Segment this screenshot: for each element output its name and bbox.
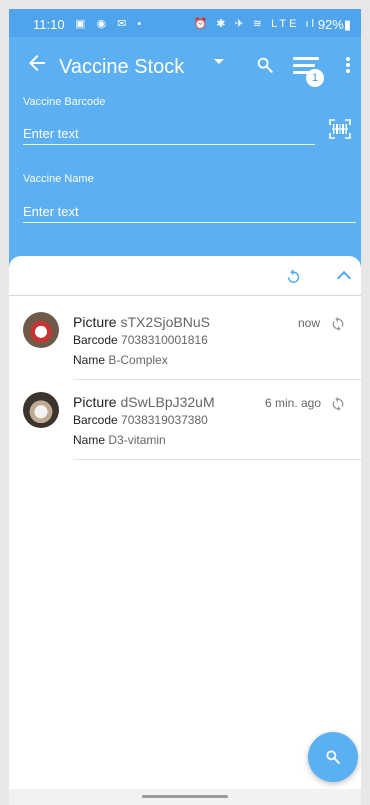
name-label: Name xyxy=(73,433,106,447)
list-item[interactable]: Picture dSwLBpJ32uM Barcode 703831903738… xyxy=(9,380,361,460)
barcode-value: 7038310001816 xyxy=(121,333,208,347)
item-barcode: Barcode 7038319037380 xyxy=(73,413,208,427)
dot xyxy=(346,57,350,61)
back-arrow-icon[interactable] xyxy=(25,51,49,75)
battery-indicator: 92%▮ xyxy=(317,17,351,32)
row-divider xyxy=(73,459,361,460)
dropdown-caret-icon[interactable] xyxy=(214,59,224,64)
search-fab-button[interactable] xyxy=(308,732,358,782)
list-item[interactable]: Picture sTX2SjoBNuS Barcode 703831000181… xyxy=(9,300,361,380)
results-header xyxy=(9,256,361,296)
home-gesture-handle[interactable] xyxy=(142,795,228,798)
picture-value: sTX2SjoBNuS xyxy=(120,314,210,330)
barcode-value: 7038319037380 xyxy=(121,413,208,427)
item-picture: Picture sTX2SjoBNuS xyxy=(73,314,210,330)
vaccine-barcode-label: Vaccine Barcode xyxy=(23,96,106,108)
notification-icons: ▣ ◉ ✉ • xyxy=(75,18,146,30)
vaccine-name-label: Vaccine Name xyxy=(23,173,94,185)
filter-count-badge: 1 xyxy=(306,69,324,87)
item-timestamp: now xyxy=(298,316,321,330)
item-name: Name D3-vitamin xyxy=(73,433,166,447)
picture-value: dSwLBpJ32uM xyxy=(120,394,215,410)
system-icons: ⏰ ✱ ✈ ≋ LTE ıl xyxy=(193,18,317,30)
name-value: D3-vitamin xyxy=(108,433,166,447)
sync-icon[interactable] xyxy=(330,396,346,412)
vaccine-name-input[interactable] xyxy=(23,204,356,223)
dot xyxy=(346,69,350,73)
toolbar: Vaccine Stock 1 xyxy=(9,37,361,93)
avatar xyxy=(23,312,59,348)
item-timestamp: 6 min. ago xyxy=(265,396,322,410)
filter-line xyxy=(293,64,315,67)
vaccine-barcode-input[interactable] xyxy=(23,126,315,145)
more-vert-icon[interactable] xyxy=(346,57,350,73)
results-sheet: Picture sTX2SjoBNuS Barcode 703831000181… xyxy=(9,256,361,805)
status-bar: 11:10 ▣ ◉ ✉ • ⏰ ✱ ✈ ≋ LTE ıl 92%▮ xyxy=(9,9,361,37)
dot xyxy=(346,63,350,67)
name-label: Name xyxy=(73,353,106,367)
search-icon[interactable] xyxy=(256,56,274,74)
barcode-label: Barcode xyxy=(73,413,118,427)
item-picture: Picture dSwLBpJ32uM xyxy=(73,394,215,410)
picture-label: Picture xyxy=(73,394,117,410)
name-value: B-Complex xyxy=(108,353,168,367)
item-barcode: Barcode 7038310001816 xyxy=(73,333,208,347)
refresh-icon[interactable] xyxy=(285,268,302,285)
picture-label: Picture xyxy=(73,314,117,330)
page-title[interactable]: Vaccine Stock xyxy=(59,56,184,79)
sync-icon[interactable] xyxy=(330,316,346,332)
barcode-scanner-icon[interactable] xyxy=(329,119,351,139)
chevron-up-icon[interactable] xyxy=(336,270,352,286)
barcode-label: Barcode xyxy=(73,333,118,347)
status-time: 11:10 xyxy=(33,17,65,32)
item-name: Name B-Complex xyxy=(73,353,168,367)
search-icon xyxy=(326,750,340,764)
filter-line xyxy=(293,57,319,60)
avatar xyxy=(23,392,59,428)
app-screen: 11:10 ▣ ◉ ✉ • ⏰ ✱ ✈ ≋ LTE ıl 92%▮ Vaccin… xyxy=(9,9,361,805)
